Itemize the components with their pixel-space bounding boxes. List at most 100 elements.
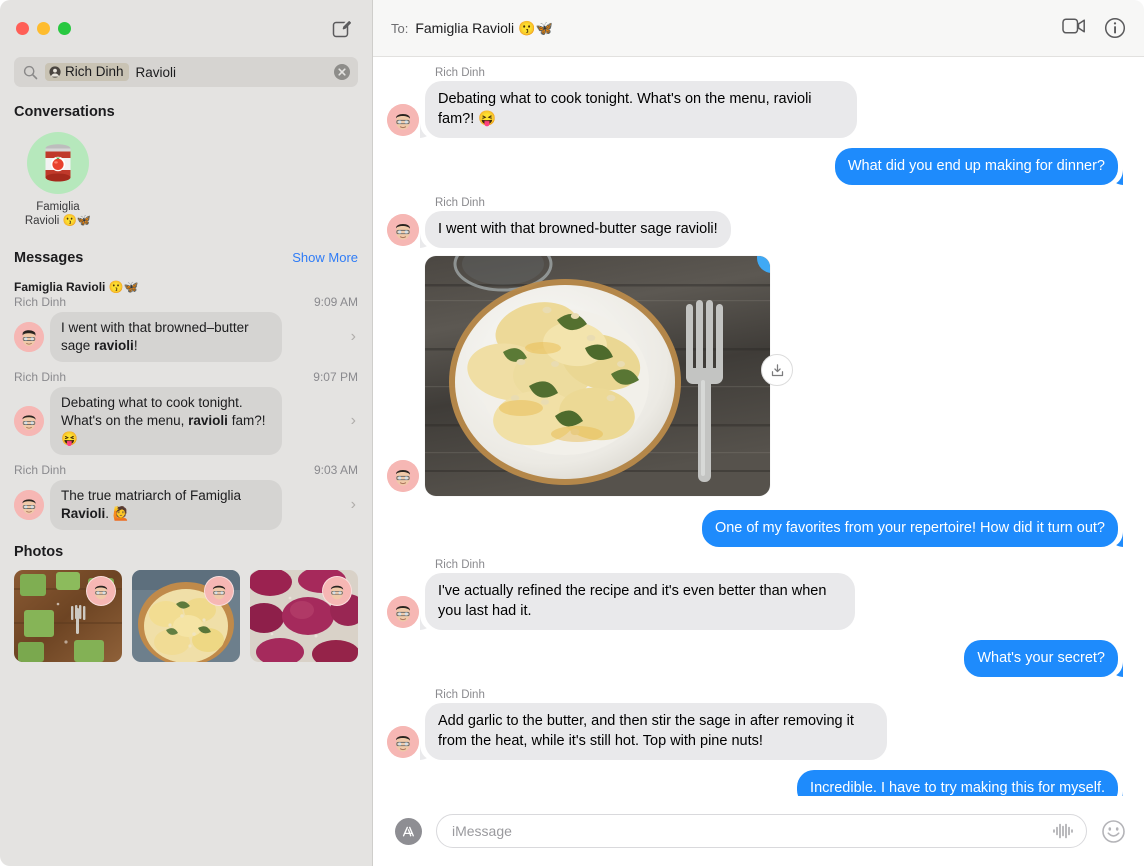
result-conversation-title: Famiglia Ravioli 😗🦋: [14, 280, 139, 294]
ravioli-plate-photo: [425, 256, 770, 496]
message-image-attachment[interactable]: [425, 256, 770, 496]
message-sender: Rich Dinh: [435, 67, 485, 79]
photo-thumbnail[interactable]: [132, 570, 240, 662]
message-bubble[interactable]: What's your secret?: [964, 640, 1118, 677]
avatar[interactable]: [387, 104, 419, 136]
message-bubble[interactable]: Debating what to cook tonight. What's on…: [425, 81, 857, 138]
memoji-icon: [387, 460, 419, 492]
result-meta: Rich Dinh 9:07 PM: [14, 370, 358, 384]
avatar: [14, 406, 44, 436]
photos-header: Photos: [14, 544, 64, 560]
messages-header: Messages: [14, 250, 84, 266]
sidebar: Rich Dinh Ravioli Conversations Famiglia…: [0, 0, 372, 866]
zoom-button[interactable]: [58, 22, 71, 35]
message-row: Rich Dinh: [387, 67, 1118, 138]
minimize-button[interactable]: [37, 22, 50, 35]
conversation-name-line1: Famiglia: [36, 201, 80, 213]
close-button[interactable]: [16, 22, 29, 35]
sidebar-titlebar: [0, 0, 372, 57]
result-text-prefix: I went with that browned–butter sage: [61, 320, 249, 353]
memoji-icon: [87, 577, 115, 605]
message-thread[interactable]: Rich Dinh Debating what to cook tonight.…: [373, 57, 1144, 796]
result-row[interactable]: The true matriarch of Famiglia Ravioli. …: [14, 480, 358, 530]
app-store-icon[interactable]: [395, 817, 422, 845]
download-icon[interactable]: [761, 354, 793, 386]
result-sender: Rich Dinh: [14, 295, 67, 309]
message-row: What did you end up making for dinner?: [387, 148, 1118, 185]
result-sender: Rich Dinh: [14, 370, 67, 384]
avatar[interactable]: [387, 726, 419, 758]
result-sender: Rich Dinh: [14, 463, 67, 477]
result-time: 9:07 PM: [313, 370, 358, 384]
list-item[interactable]: Famiglia Ravioli 😗🦋 Rich Dinh 9:09 AM I …: [0, 280, 372, 362]
compose-icon[interactable]: [332, 18, 352, 39]
emoji-smiley-icon[interactable]: [1101, 819, 1126, 844]
chevron-right-icon[interactable]: ›: [351, 412, 358, 430]
message-row: What's your secret?: [387, 640, 1118, 677]
avatar: [322, 576, 352, 606]
message-bubble[interactable]: I went with that browned-butter sage rav…: [425, 211, 731, 248]
message-sender: Rich Dinh: [435, 689, 485, 701]
avatar[interactable]: [387, 460, 419, 492]
photo-thumbnail[interactable]: [250, 570, 358, 662]
conversation-item-famiglia-ravioli[interactable]: Famiglia Ravioli 😗🦋: [14, 132, 102, 228]
memoji-icon: [323, 577, 351, 605]
conversations-list: Famiglia Ravioli 😗🦋: [0, 120, 372, 228]
recipient-name[interactable]: Famiglia Ravioli 😗🦋: [415, 20, 553, 37]
message-bubble[interactable]: Incredible. I have to try making this fo…: [797, 770, 1118, 796]
compose-bar: iMessage: [373, 796, 1144, 866]
message-row: Rich Dinh: [387, 559, 1118, 630]
avatar: [86, 576, 116, 606]
message-bubble[interactable]: One of my favorites from your repertoire…: [701, 510, 1118, 547]
photo-thumbnail[interactable]: [14, 570, 122, 662]
video-camera-icon[interactable]: [1062, 17, 1085, 39]
message-sender: Rich Dinh: [435, 559, 485, 571]
search-token-contact[interactable]: Rich Dinh: [45, 63, 129, 81]
result-row[interactable]: Debating what to cook tonight. What's on…: [14, 387, 358, 455]
list-item[interactable]: Rich Dinh 9:03 AM The true matriarch of …: [0, 463, 372, 530]
avatar: [204, 576, 234, 606]
audio-waveform-icon[interactable]: [1052, 823, 1074, 839]
info-icon[interactable]: [1104, 17, 1126, 39]
search-token-label: Rich Dinh: [65, 64, 124, 79]
message-results-list: Famiglia Ravioli 😗🦋 Rich Dinh 9:09 AM I …: [0, 272, 372, 530]
memoji-icon: [387, 214, 419, 246]
message-bubble[interactable]: Add garlic to the butter, and then stir …: [425, 703, 887, 760]
message-input[interactable]: iMessage: [436, 814, 1087, 848]
contact-icon: [49, 65, 61, 78]
photos-section: Photos: [0, 544, 372, 662]
memoji-icon: [387, 726, 419, 758]
avatar[interactable]: [387, 214, 419, 246]
messages-section-header-row: Messages Show More: [0, 250, 372, 266]
chevron-right-icon[interactable]: ›: [351, 328, 358, 346]
search-input[interactable]: Rich Dinh Ravioli: [14, 57, 358, 87]
result-row[interactable]: I went with that browned–butter sage rav…: [14, 312, 358, 362]
message-row: Rich Dinh: [387, 197, 1118, 248]
search-query-text: Ravioli: [135, 64, 177, 80]
list-item[interactable]: Rich Dinh 9:07 PM Debating what to cook …: [0, 370, 372, 455]
show-more-button[interactable]: Show More: [292, 250, 358, 265]
message-bubble[interactable]: I've actually refined the recipe and it'…: [425, 573, 855, 630]
memoji-icon: [14, 322, 44, 352]
result-text-suffix: . 🙋: [105, 506, 130, 521]
conversation-name: Famiglia Ravioli 😗🦋: [25, 200, 91, 228]
message-bubble[interactable]: What did you end up making for dinner?: [834, 148, 1118, 185]
message-row: [387, 250, 1118, 500]
memoji-icon: [14, 490, 44, 520]
clear-icon[interactable]: [334, 64, 350, 80]
result-time: 9:09 AM: [313, 295, 358, 309]
chevron-right-icon[interactable]: ›: [351, 496, 358, 514]
conversations-header: Conversations: [14, 104, 115, 120]
result-text: The true matriarch of Famiglia Ravioli. …: [50, 480, 282, 530]
memoji-icon: [205, 577, 233, 605]
tomato-can-icon: [45, 144, 71, 182]
avatar: [14, 490, 44, 520]
avatar[interactable]: [387, 596, 419, 628]
result-meta: Rich Dinh 9:03 AM: [14, 463, 358, 477]
result-text-prefix: The true matriarch of Famiglia: [61, 488, 242, 503]
result-text-suffix: !: [133, 338, 138, 353]
message-row: One of my favorites from your repertoire…: [387, 510, 1118, 547]
memoji-icon: [14, 406, 44, 436]
result-text-match: ravioli: [188, 413, 228, 428]
result-meta: Rich Dinh 9:09 AM: [14, 295, 358, 309]
